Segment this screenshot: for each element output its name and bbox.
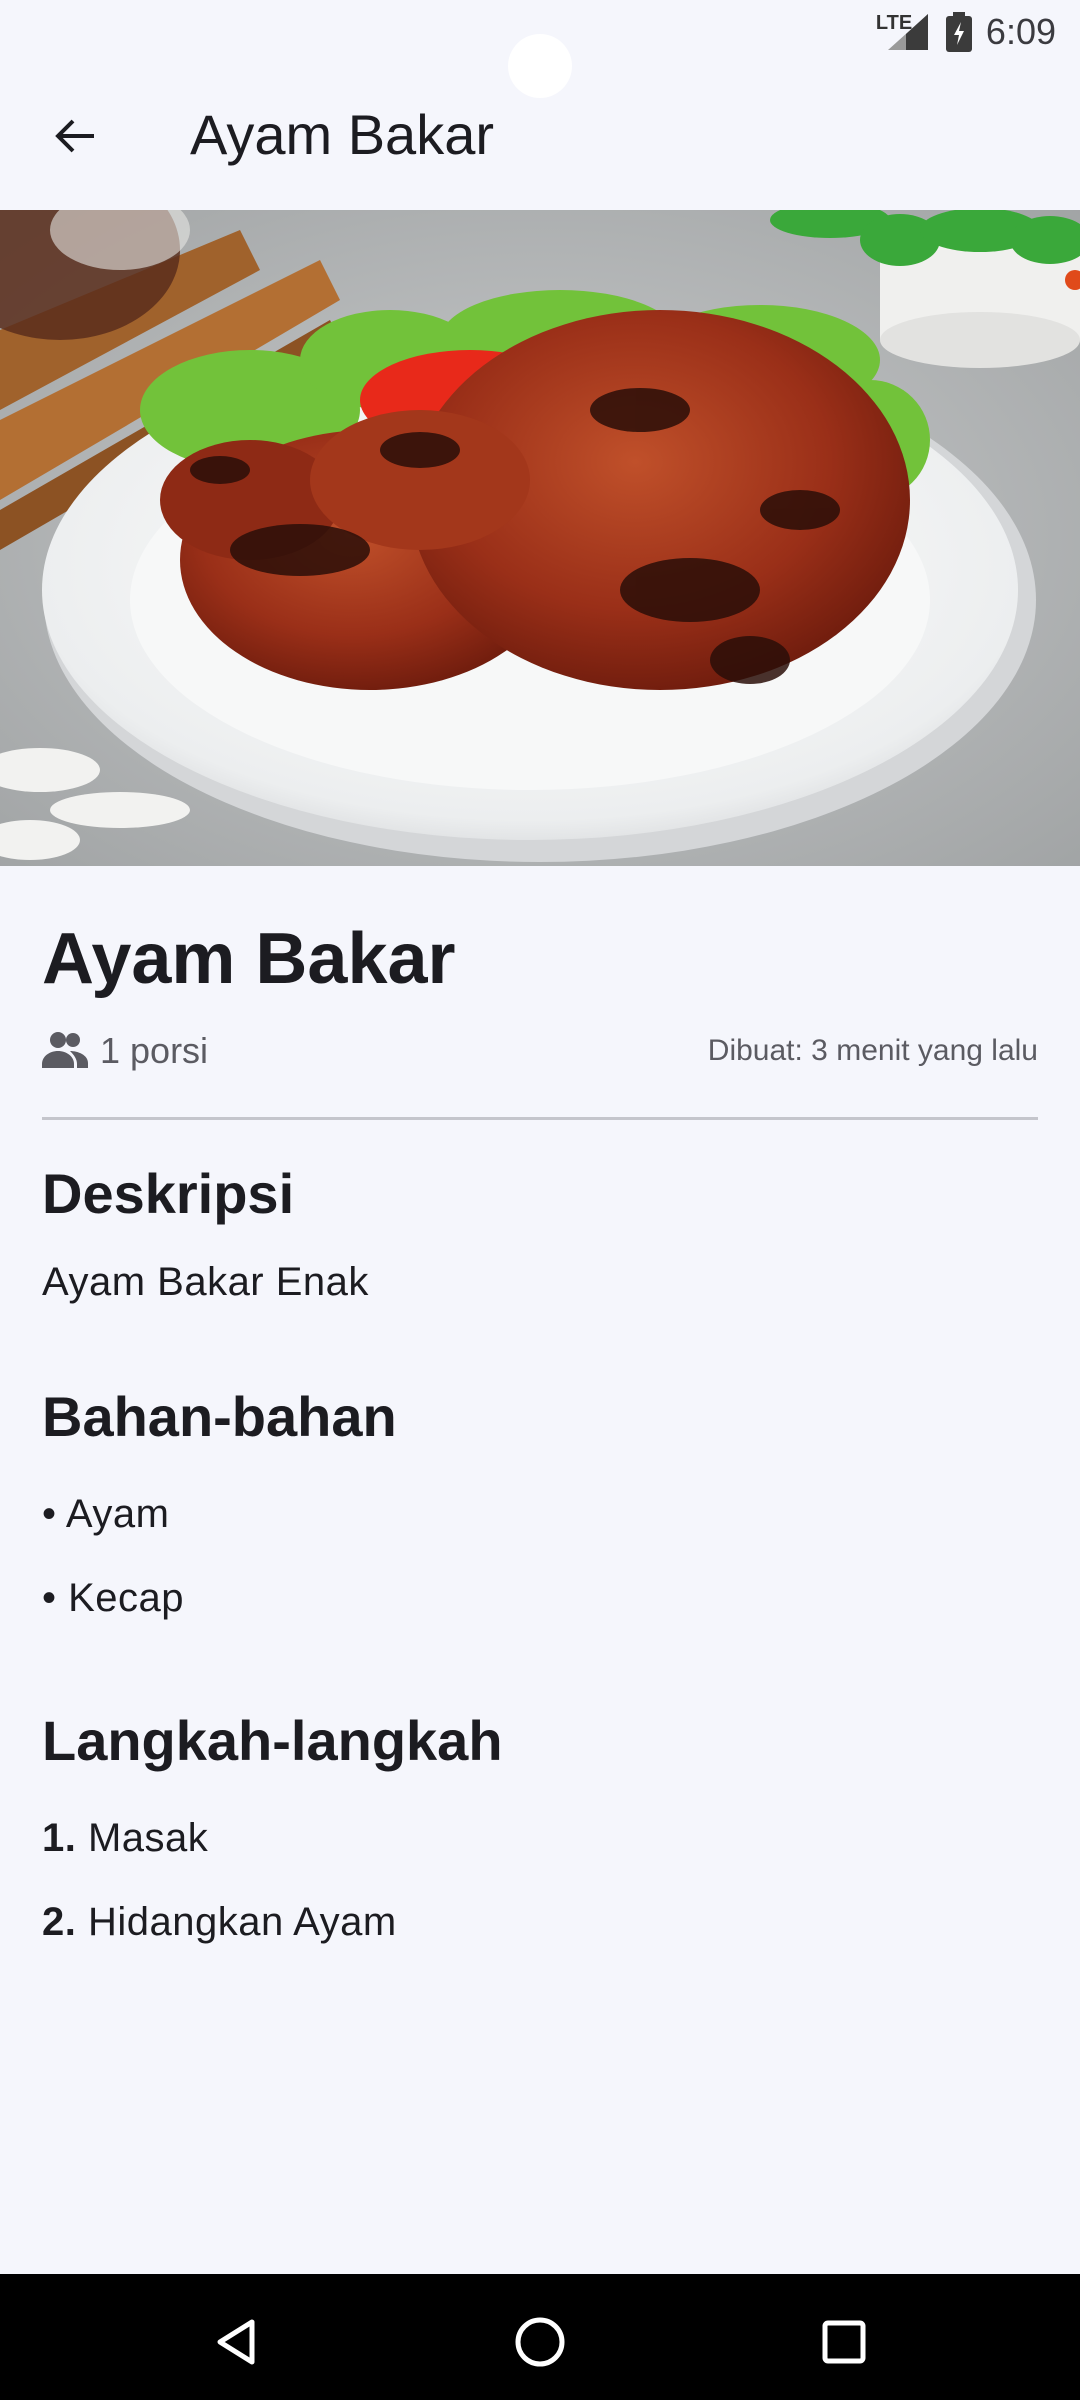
portion-count: 1 porsi bbox=[100, 1030, 209, 1071]
step-text: Masak bbox=[87, 1816, 209, 1860]
steps-heading: Langkah-langkah bbox=[42, 1709, 503, 1772]
description-heading: Deskripsi bbox=[42, 1162, 295, 1225]
signal-indicator: LTE bbox=[876, 10, 928, 54]
signal-icon bbox=[887, 14, 928, 50]
ingredient-item: • Kecap bbox=[42, 1576, 185, 1620]
nav-home-button[interactable] bbox=[500, 2302, 580, 2382]
recipe-photo bbox=[0, 210, 1080, 866]
recipe-title: Ayam Bakar bbox=[42, 919, 456, 999]
people-icon bbox=[42, 1032, 88, 1068]
ingredient-item: • Ayam bbox=[42, 1492, 170, 1536]
app-bar: Ayam Bakar bbox=[0, 62, 1080, 210]
clock: 6:09 bbox=[985, 11, 1056, 52]
step-item: 1. Masak bbox=[42, 1816, 208, 1861]
step-text: Hidangkan Ayam bbox=[87, 1900, 397, 1944]
status-icons: LTE 6:09 bbox=[876, 8, 1056, 56]
battery-charging-icon bbox=[945, 12, 972, 52]
recipe-meta: 1 porsi Dibuat: 3 menit yang lalu bbox=[42, 1026, 1038, 1076]
system-navigation-bar bbox=[0, 2274, 1080, 2400]
circle-home-icon bbox=[515, 2317, 565, 2367]
triangle-back-icon bbox=[217, 2319, 255, 2365]
nav-recents-button[interactable] bbox=[804, 2302, 884, 2382]
back-button[interactable] bbox=[36, 98, 112, 174]
ingredients-heading: Bahan-bahan bbox=[42, 1385, 397, 1448]
nav-back-button[interactable] bbox=[196, 2302, 276, 2382]
app-bar-title: Ayam Bakar bbox=[190, 103, 494, 166]
status-bar: LTE 6:09 bbox=[0, 0, 1080, 98]
step-number: 1. bbox=[42, 1816, 77, 1860]
arrow-left-icon bbox=[55, 119, 94, 153]
step-item: 2. Hidangkan Ayam bbox=[42, 1900, 397, 1945]
step-number: 2. bbox=[42, 1900, 77, 1944]
description-text: Ayam Bakar Enak bbox=[42, 1260, 369, 1304]
divider bbox=[42, 1117, 1038, 1120]
square-recents-icon bbox=[822, 2320, 866, 2364]
created-timestamp: Dibuat: 3 menit yang lalu bbox=[707, 1034, 1038, 1067]
